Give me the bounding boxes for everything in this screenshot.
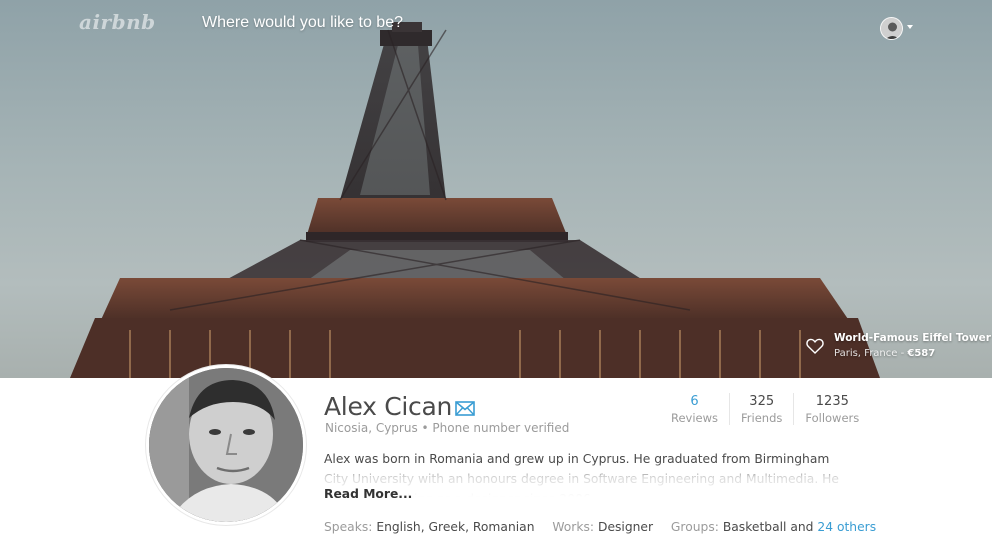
stat-value: 325 (749, 394, 775, 409)
profile-photo-image (149, 368, 303, 522)
stat-followers[interactable]: 1235 Followers (793, 393, 870, 425)
mail-icon[interactable] (455, 401, 475, 416)
works-label: Works: (552, 520, 595, 534)
listing-subtitle: Paris, France - €587 (834, 348, 935, 359)
profile-stats: 6 Reviews 325 Friends 1235 Followers (660, 393, 870, 425)
groups-label: Groups: (670, 520, 719, 534)
stat-reviews[interactable]: 6 Reviews (660, 393, 729, 425)
profile-location: Nicosia, Cyprus • Phone number verified (325, 421, 570, 435)
stat-value: 1235 (815, 394, 849, 409)
heart-icon[interactable] (806, 338, 824, 354)
works-value: Designer (597, 520, 654, 534)
listing-title[interactable]: World-Famous Eiffel Tower (834, 332, 991, 344)
user-avatar[interactable] (880, 17, 903, 40)
search-input[interactable]: Where would you like to be? (202, 14, 403, 32)
profile-meta: Speaks: English, Greek, Romanian Works: … (324, 520, 876, 534)
profile-photo (146, 365, 306, 525)
stat-label: Reviews (671, 411, 719, 425)
airbnb-logo[interactable]: airbnb (79, 10, 156, 34)
listing-location: Paris, France - (834, 348, 908, 359)
stat-friends[interactable]: 325 Friends (729, 393, 793, 425)
chevron-down-icon[interactable] (907, 25, 913, 29)
stat-label: Followers (805, 411, 860, 425)
groups-value: Basketball and (722, 520, 814, 534)
eiffel-tower-image (70, 22, 880, 378)
speaks-label: Speaks: (324, 520, 373, 534)
hero-banner: airbnb Where would you like to be? World… (0, 0, 992, 378)
groups-others-link[interactable]: 24 others (817, 520, 876, 534)
read-more-link[interactable]: Read More... (324, 487, 412, 501)
speaks-value: English, Greek, Romanian (376, 520, 535, 534)
profile-name: Alex Cican (324, 392, 453, 421)
stat-value: 6 (690, 394, 699, 409)
listing-price: €587 (907, 348, 936, 359)
stat-label: Friends (741, 411, 783, 425)
